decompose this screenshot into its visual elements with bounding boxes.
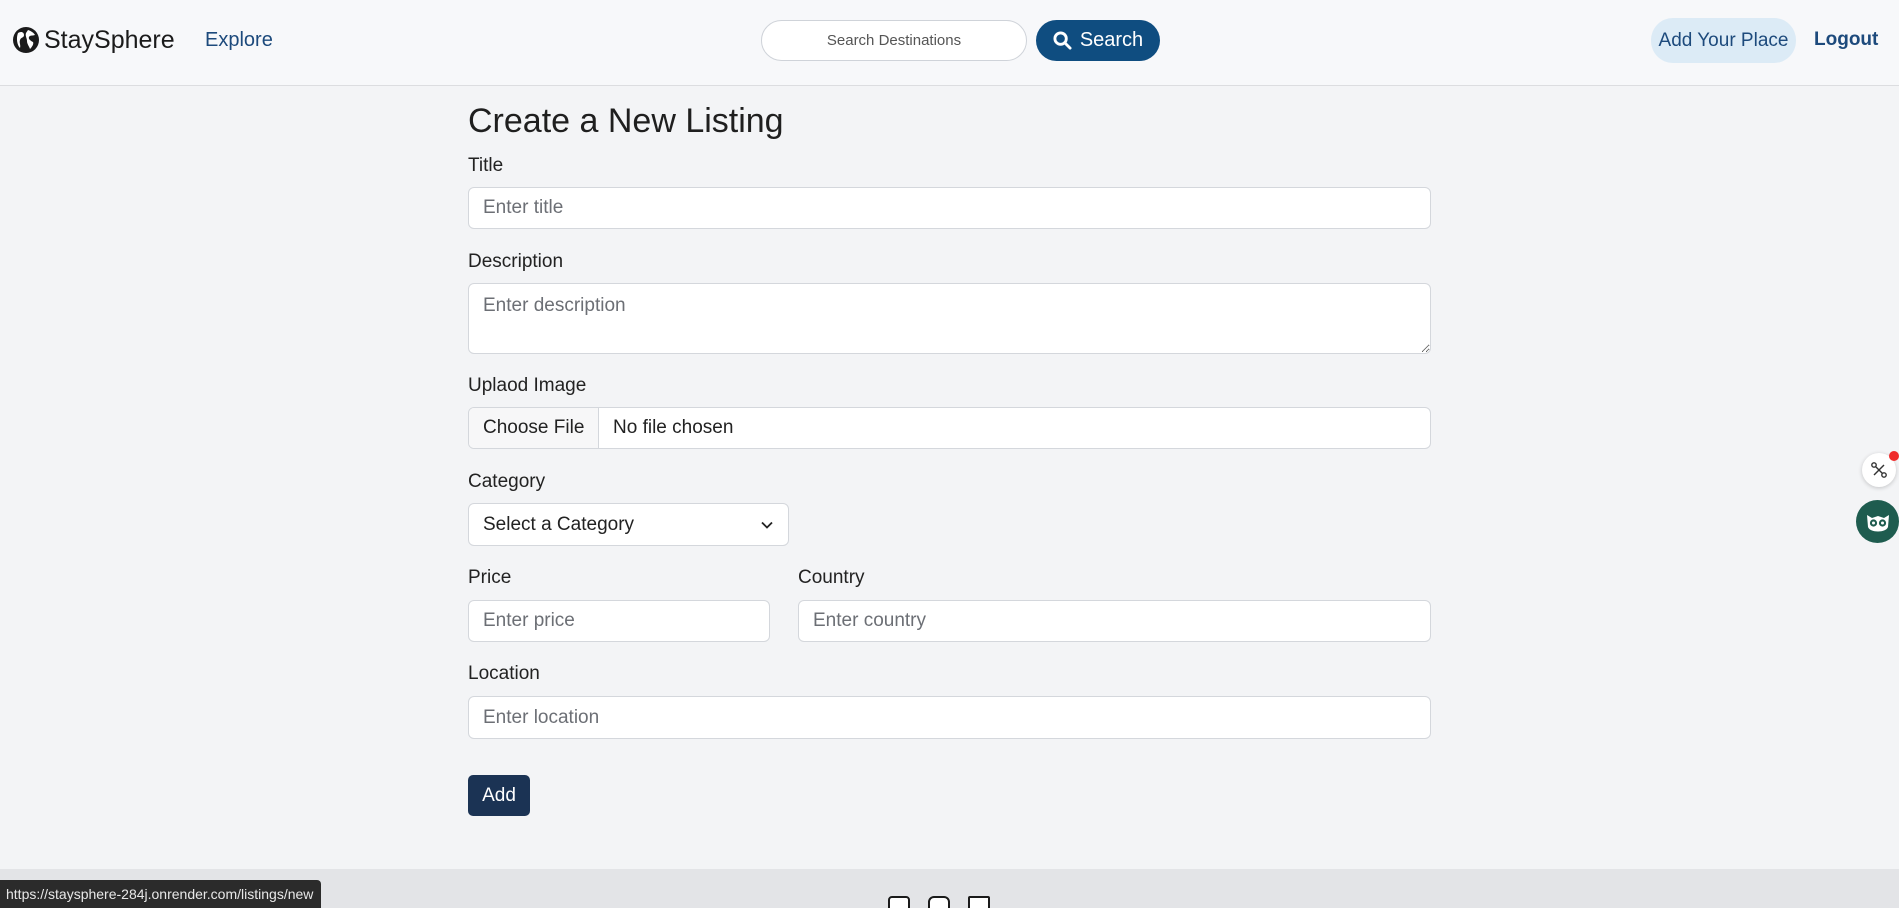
brand-name: StaySphere	[44, 25, 175, 54]
category-select[interactable]: Select a Category	[468, 503, 789, 546]
price-input[interactable]	[468, 600, 770, 642]
location-input[interactable]	[468, 696, 1431, 739]
image-label: Uplaod Image	[468, 375, 587, 396]
title-label: Title	[468, 155, 504, 176]
page-title: Create a New Listing	[468, 102, 784, 140]
status-bar-url: https://staysphere-284j.onrender.com/lis…	[0, 880, 322, 908]
category-selected-value: Select a Category	[483, 513, 635, 535]
image-file-input[interactable]: Choose File No file chosen	[468, 407, 1431, 449]
description-label: Description	[468, 251, 564, 272]
location-label: Location	[468, 663, 540, 684]
assistant-widget-button[interactable]	[1856, 500, 1899, 543]
search-button-label: Search	[1079, 29, 1144, 51]
search-button[interactable]: Search	[1036, 20, 1160, 61]
navbar: StaySphere Explore Search Add Your Place…	[0, 0, 1899, 86]
search-icon	[1053, 31, 1072, 50]
chevron-down-icon	[761, 521, 773, 529]
add-listing-button[interactable]: Add	[468, 775, 530, 816]
instagram-icon[interactable]	[928, 896, 952, 908]
country-input[interactable]	[798, 600, 1431, 642]
logout-link[interactable]: Logout	[1814, 29, 1878, 51]
country-label: Country	[798, 567, 865, 588]
x-icon[interactable]	[968, 896, 992, 908]
search-input[interactable]	[761, 20, 1027, 61]
choose-file-button[interactable]: Choose File	[469, 408, 599, 448]
add-your-place-button[interactable]: Add Your Place	[1651, 18, 1796, 63]
globe-icon	[13, 27, 39, 53]
facebook-icon[interactable]	[888, 896, 912, 908]
share-icon	[1871, 462, 1887, 478]
owl-icon	[1866, 514, 1889, 531]
price-label: Price	[468, 567, 512, 588]
title-input[interactable]	[468, 187, 1431, 229]
file-status-text: No file chosen	[613, 417, 734, 438]
nav-explore-link[interactable]: Explore	[205, 29, 273, 52]
notification-dot	[1889, 451, 1899, 461]
description-textarea[interactable]	[468, 283, 1431, 354]
category-label: Category	[468, 471, 546, 492]
brand-link[interactable]: StaySphere	[12, 24, 175, 56]
